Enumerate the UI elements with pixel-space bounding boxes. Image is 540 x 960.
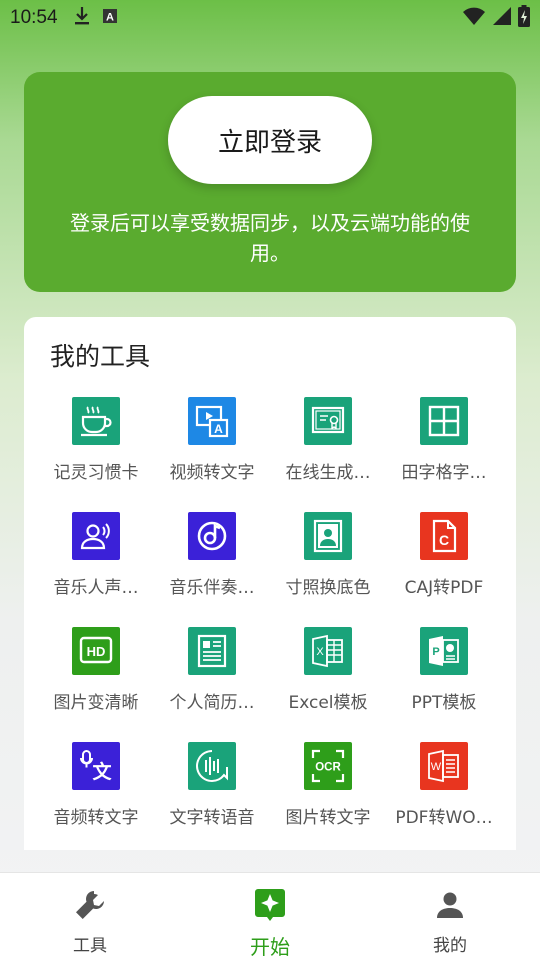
tool-label: PPT模板 [411,693,477,713]
nav-item-start[interactable]: 开始 [180,873,360,960]
tool-label: 寸照换底色 [285,578,371,598]
word-icon: W [420,742,468,790]
tool-grid: 记灵习惯卡 A 视频转文字 在线生成… 田字格字… 音乐人声… 音乐伴奏… 寸照… [24,397,516,857]
tool-label: 图片转文字 [285,808,371,828]
nav-label: 我的 [433,936,467,956]
certificate-icon [304,397,352,445]
tool-resume[interactable]: 个人简历… [154,627,270,742]
wifi-icon [462,6,486,30]
tool-video-to-text[interactable]: A 视频转文字 [154,397,270,512]
svg-text:C: C [439,532,449,548]
tool-label: 音频转文字 [53,808,139,828]
tool-vocal-separation[interactable]: 音乐人声… [38,512,154,627]
status-time: 10:54 [10,7,58,28]
signal-icon [492,6,512,30]
tool-label: 在线生成… [285,463,371,483]
tool-image-enhance[interactable]: HD 图片变清晰 [38,627,154,742]
tool-label: 音乐伴奏… [169,578,255,598]
svg-text:P: P [432,646,439,658]
tool-label: 文字转语音 [169,808,255,828]
tool-label: CAJ转PDF [404,578,484,598]
download-icon [74,6,90,30]
audio-to-text-icon: 文 [72,742,120,790]
tool-label: 个人简历… [169,693,255,713]
person-icon [432,887,468,927]
status-bar: 10:54 A [0,0,540,36]
tool-accompaniment[interactable]: 音乐伴奏… [154,512,270,627]
tool-id-photo[interactable]: 寸照换底色 [270,512,386,627]
nav-item-tools[interactable]: 工具 [0,873,180,960]
svg-text:HD: HD [87,644,106,659]
wrench-icon [72,887,108,927]
tool-text-to-speech[interactable]: 文字转语音 [154,742,270,857]
tool-excel-template[interactable]: X Excel模板 [270,627,386,742]
id-photo-icon [304,512,352,560]
svg-text:A: A [106,12,114,24]
login-description: 登录后可以享受数据同步，以及云端功能的使用。 [70,211,470,265]
coffee-cup-icon [72,397,120,445]
svg-text:OCR: OCR [315,762,341,774]
login-card: 立即登录 登录后可以享受数据同步，以及云端功能的使用。 [24,72,516,292]
sparkle-icon [253,887,287,927]
tools-card: 我的工具 记灵习惯卡 A 视频转文字 在线生成… 田字格字… 音乐人声… 音乐伴… [24,317,516,850]
tools-title: 我的工具 [50,342,151,371]
music-disc-icon [188,512,236,560]
grid-icon [420,397,468,445]
tool-certificate[interactable]: 在线生成… [270,397,386,512]
bottom-nav: 工具 开始 我的 [0,872,540,960]
svg-text:X: X [316,646,324,658]
login-button[interactable]: 立即登录 [168,96,372,184]
tool-label: 田字格字… [401,463,487,483]
nav-item-mine[interactable]: 我的 [360,873,540,960]
hd-icon: HD [72,627,120,675]
caj-file-icon: C [420,512,468,560]
voice-person-icon [72,512,120,560]
tool-grid-paper[interactable]: 田字格字… [386,397,502,512]
tool-label: 视频转文字 [169,463,255,483]
tool-audio-to-text[interactable]: 文 音频转文字 [38,742,154,857]
text-to-speech-icon [188,742,236,790]
svg-text:W: W [431,761,442,773]
battery-charging-icon [518,5,530,31]
tool-label: PDF转WO… [395,808,493,828]
a-notification-icon: A [102,8,118,28]
tool-habit-card[interactable]: 记灵习惯卡 [38,397,154,512]
nav-label: 开始 [250,935,290,959]
tool-caj-to-pdf[interactable]: C CAJ转PDF [386,512,502,627]
tool-pdf-to-word[interactable]: W PDF转WO… [386,742,502,857]
tool-label: 记灵习惯卡 [53,463,139,483]
ppt-icon: P [420,627,468,675]
svg-text:A: A [214,422,223,436]
tool-ppt-template[interactable]: P PPT模板 [386,627,502,742]
resume-icon [188,627,236,675]
svg-text:文: 文 [92,760,112,783]
tool-label: Excel模板 [288,693,368,713]
nav-label: 工具 [73,936,107,956]
tool-image-to-text[interactable]: OCR 图片转文字 [270,742,386,857]
video-to-text-icon: A [188,397,236,445]
ocr-icon: OCR [304,742,352,790]
tool-label: 音乐人声… [53,578,139,598]
excel-icon: X [304,627,352,675]
tool-label: 图片变清晰 [53,693,139,713]
